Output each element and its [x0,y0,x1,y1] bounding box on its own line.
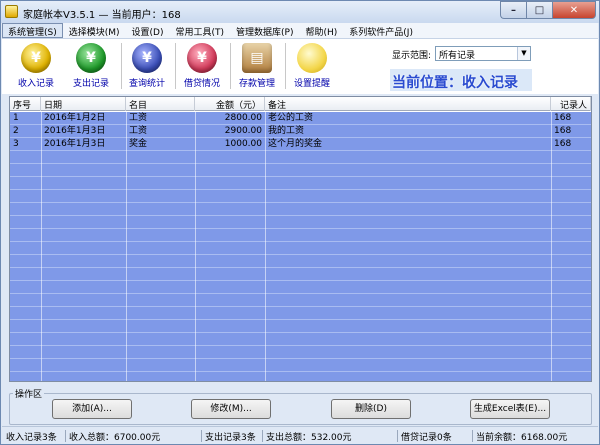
export-excel-button[interactable]: 生成Excel表(E)... [470,399,550,419]
add-button[interactable]: 添加(A)... [52,399,132,419]
menu-tools[interactable]: 常用工具(T) [170,23,231,38]
set-reminder-label: 设置提醒 [293,79,330,89]
cell-note: 老公的工资 [268,113,314,123]
query-stats-label: 查询统计 [128,79,165,89]
records-table: 序号 日期 名目 金额（元） 备注 记录人 1 2016年1月2日 工资 280… [9,96,592,382]
table-row[interactable]: 1 2016年1月2日 工资 2800.00 老公的工资 168 [10,112,591,124]
cell-no: 1 [13,113,19,123]
window-title: 家庭帐本V3.5.1 — 当前用户：168 [23,10,181,21]
cell-date: 2016年1月2日 [44,113,106,123]
expense-record-button[interactable]: ¥ 支出记录 [65,41,117,93]
display-range-value: 所有记录 [439,51,476,61]
set-reminder-button[interactable]: 设置提醒 [286,41,338,93]
lightbulb-icon [297,43,327,73]
menu-help[interactable]: 帮助(H) [299,23,343,38]
deposit-box-icon: ▤ [242,43,272,73]
table-header: 序号 日期 名目 金额（元） 备注 记录人 [10,97,591,111]
status-divider [262,430,263,442]
cell-recorder: 168 [554,139,572,149]
table-row[interactable]: 2 2016年1月3日 工资 2900.00 我的工资 168 [10,125,591,137]
cell-no: 3 [13,139,19,149]
menu-database[interactable]: 管理数据库(P) [230,23,299,38]
yen-coin-search-icon: ¥ [132,43,162,73]
col-header-recorder[interactable]: 记录人 [551,97,591,111]
status-divider [472,430,473,442]
column-divider [551,112,552,381]
display-range-select[interactable]: 所有记录 ▼ [435,46,531,61]
display-range-label: 显示范围: [392,51,432,61]
query-stats-button[interactable]: ¥ 查询统计 [121,41,173,93]
app-icon [5,5,18,18]
col-header-amount[interactable]: 金额（元） [195,97,265,111]
status-divider [397,430,398,442]
toolbar: ¥ 收入记录 ¥ 支出记录 ¥ 查询统计 ¥ 借贷情况 ▤ 存款管理 设置提醒 … [2,38,598,94]
minimize-icon: – [511,4,516,16]
window-controls: – □ ✕ [500,1,596,20]
menu-modules[interactable]: 选择模块(M) [63,23,126,38]
cell-amount: 2900.00 [224,126,262,136]
deposit-manage-label: 存款管理 [238,79,275,89]
cell-recorder: 168 [554,126,572,136]
column-divider [126,112,127,381]
loan-status-label: 借贷情况 [183,79,220,89]
cell-item: 奖金 [129,139,148,149]
status-expense-count: 支出记录3条 [205,433,256,443]
income-record-label: 收入记录 [17,79,54,89]
col-header-no[interactable]: 序号 [10,97,41,111]
title-bar: 家庭帐本V3.5.1 — 当前用户：168 – □ ✕ [1,1,599,23]
loan-status-button[interactable]: ¥ 借贷情况 [176,41,228,93]
operation-legend: 操作区 [13,387,45,400]
table-row[interactable]: 3 2016年1月3日 奖金 1000.00 这个月的奖金 168 [10,138,591,150]
minimize-button[interactable]: – [500,1,526,19]
menu-products[interactable]: 系列软件产品(J) [343,23,419,38]
column-divider [265,112,266,381]
operation-area: 操作区 添加(A)... 修改(M)... 删除(D) 生成Excel表(E).… [9,387,592,425]
status-divider [201,430,202,442]
cell-date: 2016年1月3日 [44,139,106,149]
col-header-note[interactable]: 备注 [265,97,551,111]
cell-amount: 2800.00 [224,113,262,123]
status-divider [65,430,66,442]
cell-note: 我的工资 [268,126,305,136]
cell-date: 2016年1月3日 [44,126,106,136]
col-header-item[interactable]: 名目 [126,97,195,111]
status-income-count: 收入记录3条 [6,433,57,443]
cell-item: 工资 [129,113,148,123]
status-expense-total: 支出总额：532.00元 [266,433,352,443]
deposit-manage-button[interactable]: ▤ 存款管理 [231,41,283,93]
cell-amount: 1000.00 [224,139,262,149]
close-icon: ✕ [569,4,579,16]
edit-button[interactable]: 修改(M)... [191,399,271,419]
cell-note: 这个月的奖金 [268,139,323,149]
status-balance: 当前余额：6168.00元 [476,433,568,443]
table-body [10,112,591,381]
delete-button[interactable]: 删除(D) [331,399,411,419]
income-record-button[interactable]: ¥ 收入记录 [10,41,62,93]
maximize-icon: □ [534,4,545,16]
menu-bar: 系统管理(S) 选择模块(M) 设置(D) 常用工具(T) 管理数据库(P) 帮… [2,23,598,38]
yen-coin-loan-icon: ¥ [187,43,217,73]
status-bar: 收入记录3条 收入总额：6700.00元 支出记录3条 支出总额：532.00元… [2,426,598,444]
yen-coin-out-icon: ¥ [76,43,106,73]
cell-item: 工资 [129,126,148,136]
app-window: 家庭帐本V3.5.1 — 当前用户：168 – □ ✕ 系统管理(S) 选择模块… [0,0,600,445]
status-loan-count: 借贷记录0条 [401,433,452,443]
current-location: 当前位置：收入记录 [390,69,532,91]
column-divider [41,112,42,381]
chevron-down-icon[interactable]: ▼ [517,47,530,60]
menu-system[interactable]: 系统管理(S) [2,23,63,38]
column-divider [195,112,196,381]
menu-settings[interactable]: 设置(D) [126,23,170,38]
cell-recorder: 168 [554,113,572,123]
yen-coin-add-icon: ¥ [21,43,51,73]
expense-record-label: 支出记录 [72,79,109,89]
status-income-total: 收入总额：6700.00元 [69,433,161,443]
cell-no: 2 [13,126,19,136]
col-header-date[interactable]: 日期 [41,97,126,111]
close-button[interactable]: ✕ [552,1,596,19]
maximize-button[interactable]: □ [526,1,552,19]
